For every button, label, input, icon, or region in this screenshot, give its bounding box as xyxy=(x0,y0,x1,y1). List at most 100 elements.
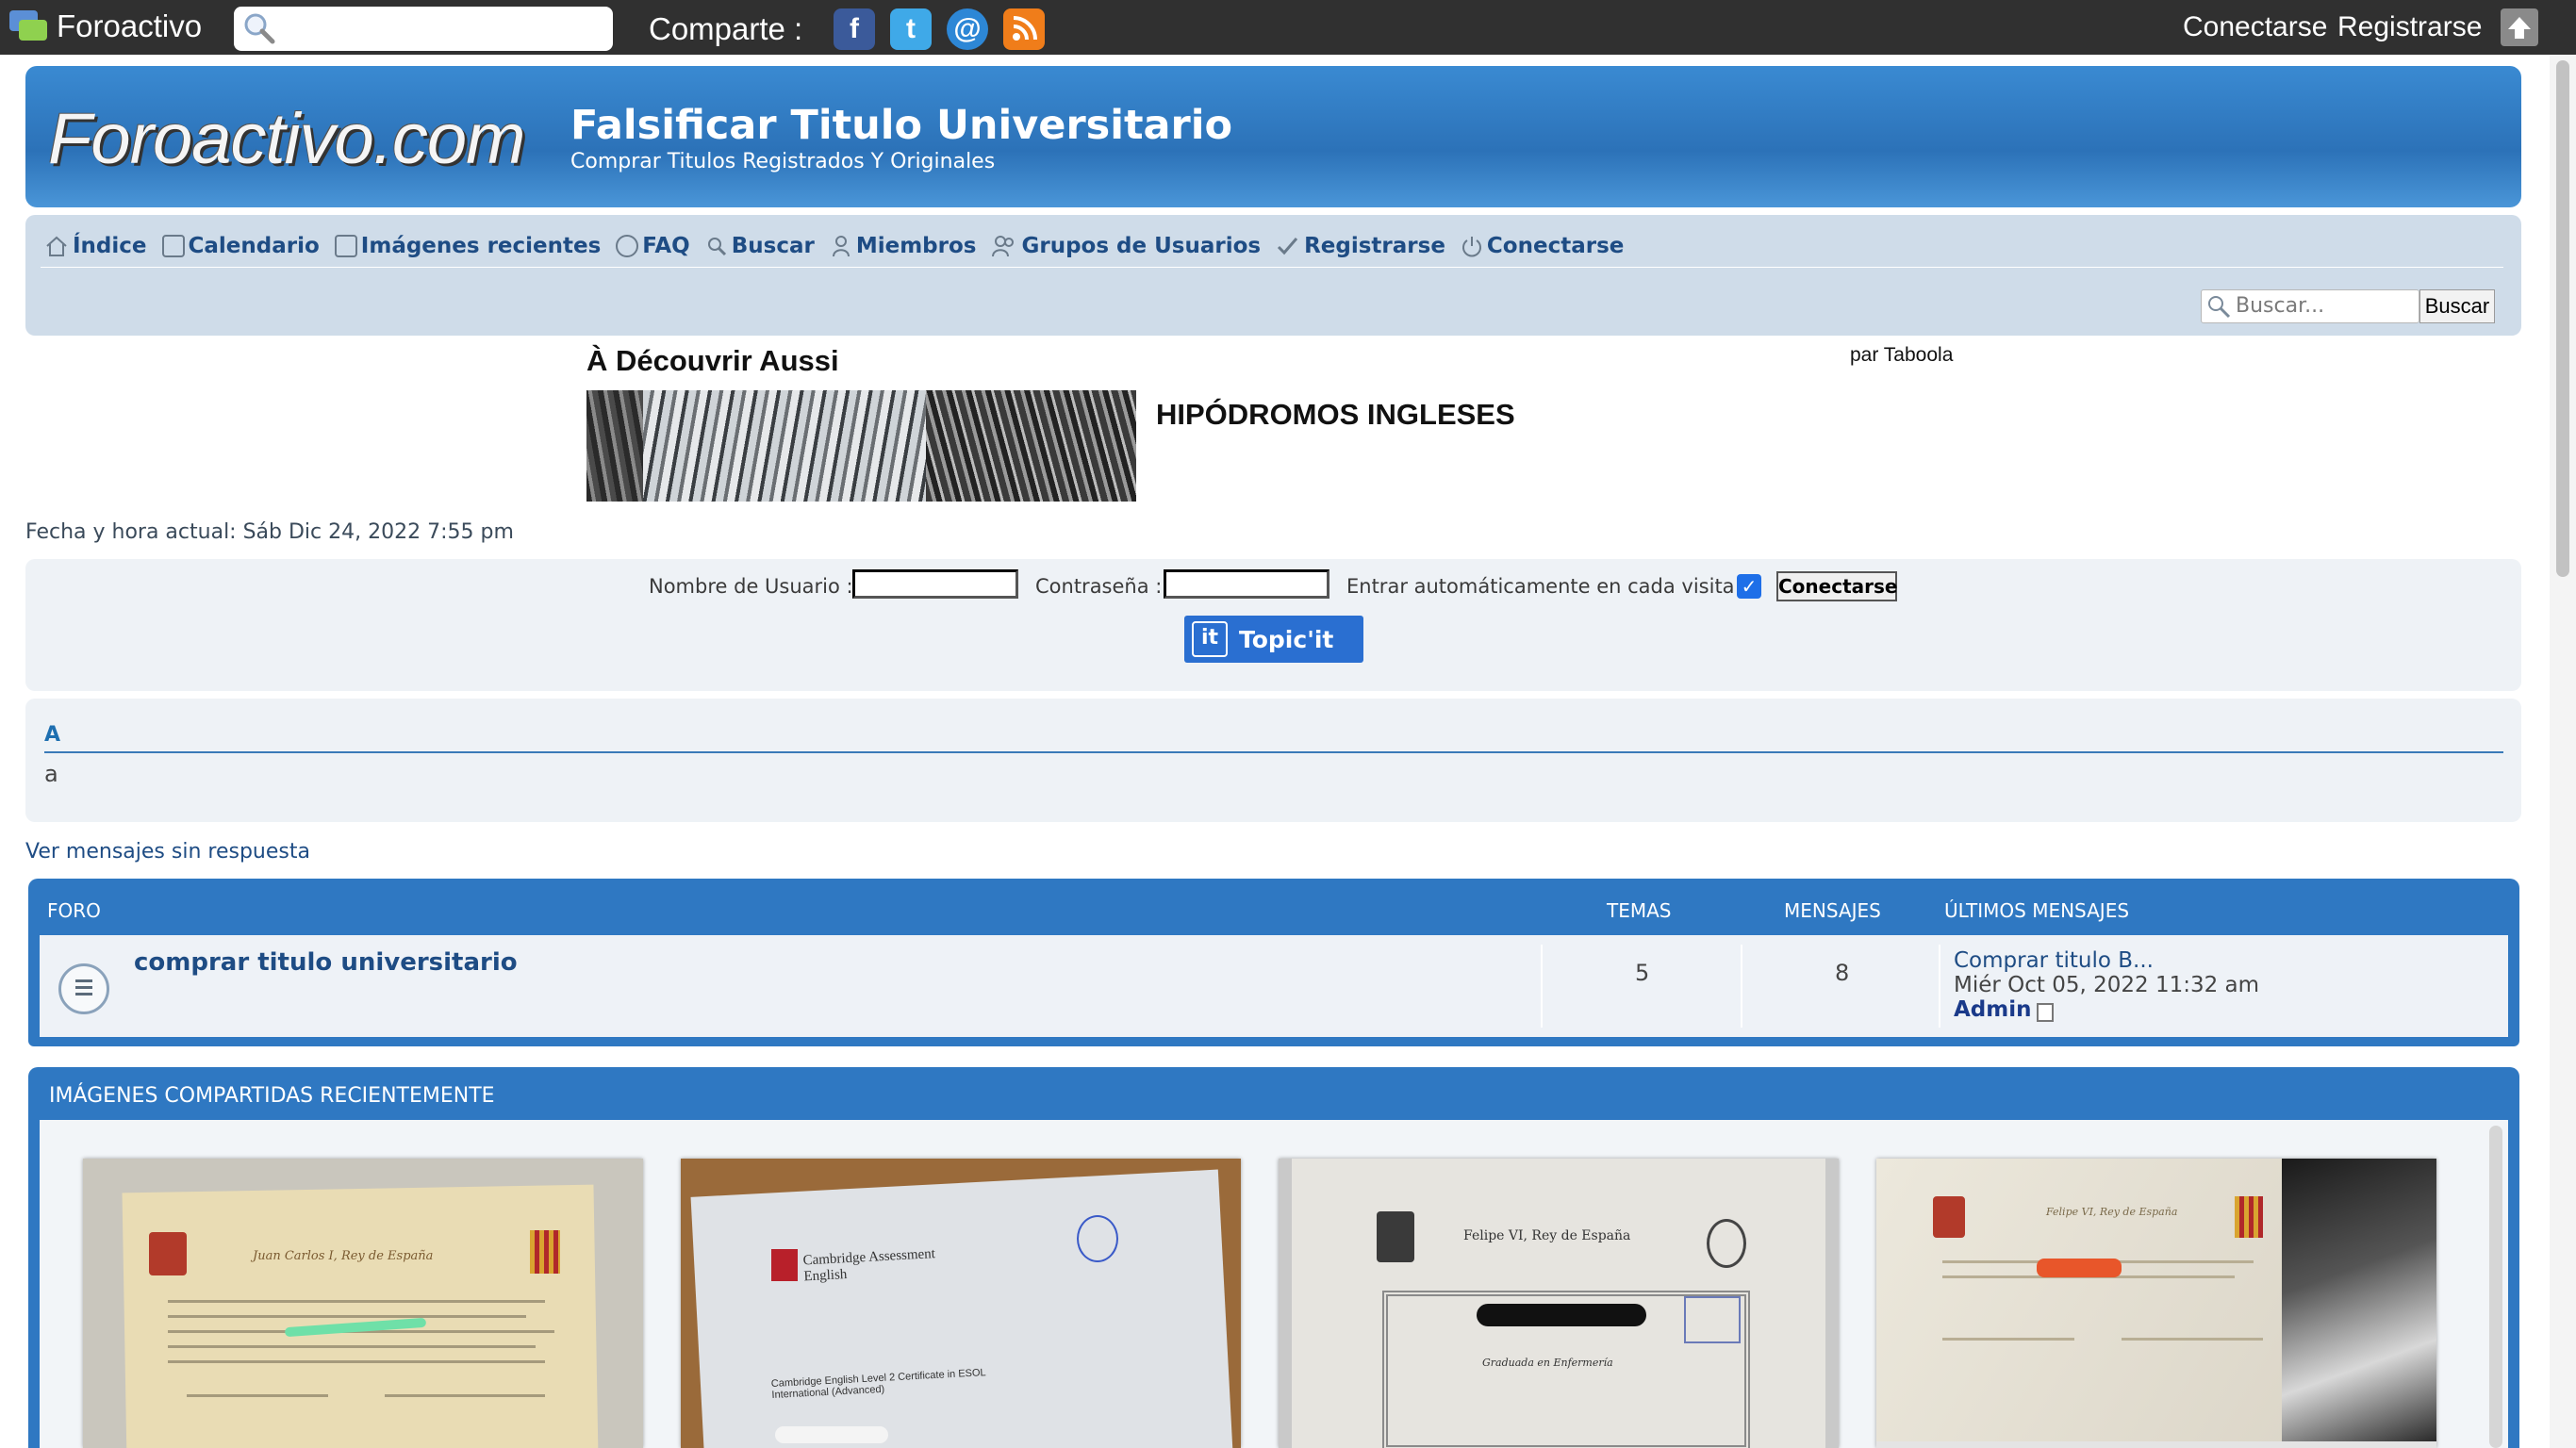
page-scrollbar[interactable] xyxy=(2550,55,2576,1448)
header-forum: FORO xyxy=(47,899,101,922)
university-seal-icon xyxy=(1707,1219,1746,1268)
chat-bubbles-icon xyxy=(8,8,49,44)
nav-item-label: Calendario xyxy=(188,234,320,258)
nav-item-calendar[interactable]: Calendario xyxy=(161,234,320,258)
auto-login-checkbox[interactable]: ✓ xyxy=(1737,574,1761,599)
column-divider xyxy=(1741,945,1742,1028)
forum-logo[interactable]: Foroactivo.com xyxy=(48,98,525,180)
calendar-icon xyxy=(161,235,185,257)
rss-icon[interactable] xyxy=(1003,8,1045,50)
nav-item-label: Imágenes recientes xyxy=(360,234,602,258)
topicit-label: Topic'it xyxy=(1239,625,1334,653)
last-post-author-link[interactable]: Admin xyxy=(1954,997,2032,1022)
nav-search-button[interactable]: Buscar xyxy=(2419,289,2495,323)
search-icon xyxy=(2208,296,2231,319)
nav-item-label: Registrarse xyxy=(1304,234,1445,258)
nav-item-label: Índice xyxy=(73,234,147,258)
forum-title[interactable]: Falsificar Titulo Universitario xyxy=(570,102,1232,149)
last-post-title-link[interactable]: Comprar titulo B... xyxy=(1954,948,2154,973)
topicit-icon: it xyxy=(1192,621,1228,657)
taboola-credit[interactable]: par Taboola xyxy=(1850,344,1953,367)
password-field[interactable] xyxy=(1164,569,1329,599)
top-toolbar: Foroactivo Comparte : f t @ Conectarse R… xyxy=(0,0,2576,55)
nav-panel: Índice Calendario Imágenes recientes FAQ… xyxy=(25,215,2521,336)
post-count: 8 xyxy=(1835,960,1850,986)
nav-item-search[interactable]: Buscar xyxy=(705,234,815,258)
nav-divider xyxy=(41,267,2503,268)
topic-count: 5 xyxy=(1635,960,1650,986)
groups-icon xyxy=(992,236,1015,257)
password-label: Contraseña : xyxy=(1035,575,1163,598)
twitter-icon[interactable]: t xyxy=(890,8,932,50)
forum-table: FORO TEMAS MENSAJES ÚLTIMOS MENSAJES com… xyxy=(28,879,2519,1046)
forum-subtitle: Comprar Titulos Registrados Y Originales xyxy=(570,150,996,173)
redaction-mark xyxy=(775,1426,888,1443)
header-posts: MENSAJES xyxy=(1784,899,1881,922)
shared-image-1[interactable]: Juan Carlos I, Rey de España xyxy=(83,1159,643,1448)
member-icon xyxy=(832,236,850,257)
redaction-mark xyxy=(2037,1259,2122,1277)
shared-image-3[interactable]: Felipe VI, Rey de España Graduada en Enf… xyxy=(1279,1159,1839,1448)
toolbar-login-link[interactable]: Conectarse xyxy=(2183,11,2327,43)
header-last-posts: ÚLTIMOS MENSAJES xyxy=(1944,899,2130,922)
nav-item-label: FAQ xyxy=(642,234,690,258)
crest-icon xyxy=(771,1249,798,1281)
share-label: Comparte : xyxy=(649,11,803,46)
coat-of-arms-icon xyxy=(1933,1196,1965,1238)
nav-item-label: Buscar xyxy=(731,234,815,258)
recent-images-box: IMÁGENES COMPARTIDAS RECIENTEMENTE Juan … xyxy=(28,1067,2519,1448)
taboola-headline[interactable]: HIPÓDROMOS INGLESES xyxy=(1156,398,1515,432)
forum-header: Foroactivo.com Falsificar Titulo Univers… xyxy=(25,66,2521,207)
login-button[interactable]: Conectarse xyxy=(1776,571,1897,601)
nav-item-label: Miembros xyxy=(855,234,977,258)
nav-item-members[interactable]: Miembros xyxy=(830,234,977,258)
nav-item-faq[interactable]: FAQ xyxy=(616,234,690,258)
nav-item-groups[interactable]: Grupos de Usuarios xyxy=(991,234,1261,258)
gallery-scrollbar[interactable] xyxy=(2489,1126,2502,1448)
toolbar-search-input[interactable] xyxy=(234,7,613,51)
degree-title: Graduada en Enfermería xyxy=(1482,1357,1613,1369)
last-post-date: Miér Oct 05, 2022 11:32 am xyxy=(1954,973,2260,997)
shared-image-2[interactable]: Cambridge Assessment English Cambridge E… xyxy=(681,1159,1241,1448)
column-divider xyxy=(1541,945,1543,1028)
header-topics: TEMAS xyxy=(1607,899,1672,922)
taboola-thumbnail[interactable] xyxy=(586,390,1136,502)
image-icon xyxy=(334,235,357,257)
fabric-background xyxy=(2282,1159,2436,1441)
stamp-icon xyxy=(1684,1296,1741,1343)
document-heading: Felipe VI, Rey de España xyxy=(1463,1228,1631,1243)
email-icon[interactable]: @ xyxy=(947,8,988,50)
announcement-title: A xyxy=(44,723,61,747)
toolbar-brand[interactable]: Foroactivo xyxy=(8,8,202,44)
scroll-up-icon[interactable] xyxy=(2501,8,2538,46)
register-icon xyxy=(1278,238,1298,255)
auto-login-label: Entrar automáticamente en cada visita : xyxy=(1346,575,1748,598)
current-datetime: Fecha y hora actual: Sáb Dic 24, 2022 7:… xyxy=(25,520,514,544)
taboola-title: À Découvrir Aussi xyxy=(586,344,839,377)
facebook-icon[interactable]: f xyxy=(834,8,875,50)
nav-search-input[interactable]: Buscar... xyxy=(2201,289,2419,323)
table-row: comprar titulo universitario 5 8 Comprar… xyxy=(40,935,2508,1037)
forum-title-link[interactable]: comprar titulo universitario xyxy=(134,948,518,977)
home-icon xyxy=(46,236,67,256)
nav-item-recent-images[interactable]: Imágenes recientes xyxy=(334,234,602,258)
nav-item-index[interactable]: Índice xyxy=(44,234,147,258)
toolbar-register-link[interactable]: Registrarse xyxy=(2337,11,2482,43)
toolbar-brand-label: Foroactivo xyxy=(57,8,203,43)
topicit-button[interactable]: it Topic'it xyxy=(1184,616,1363,663)
announcement-panel: A a xyxy=(25,699,2521,822)
nav-item-register[interactable]: Registrarse xyxy=(1276,234,1445,258)
document-heading: Juan Carlos I, Rey de España xyxy=(253,1249,434,1263)
goto-last-post-icon[interactable] xyxy=(2037,1003,2054,1022)
column-divider xyxy=(1939,945,1940,1028)
scrollbar-thumb[interactable] xyxy=(2556,60,2569,577)
nav-item-label: Grupos de Usuarios xyxy=(1021,234,1262,258)
unanswered-posts-link[interactable]: Ver mensajes sin respuesta xyxy=(25,840,310,864)
search-icon xyxy=(707,238,726,256)
shared-image-4[interactable]: Felipe VI, Rey de España xyxy=(1876,1159,2436,1448)
recent-images-title: IMÁGENES COMPARTIDAS RECIENTEMENTE xyxy=(49,1084,495,1108)
username-field[interactable] xyxy=(852,569,1018,599)
nav-item-login[interactable]: Conectarse xyxy=(1461,234,1624,258)
login-panel: Nombre de Usuario : Contraseña : Entrar … xyxy=(25,559,2521,691)
forum-read-icon xyxy=(58,963,109,1014)
